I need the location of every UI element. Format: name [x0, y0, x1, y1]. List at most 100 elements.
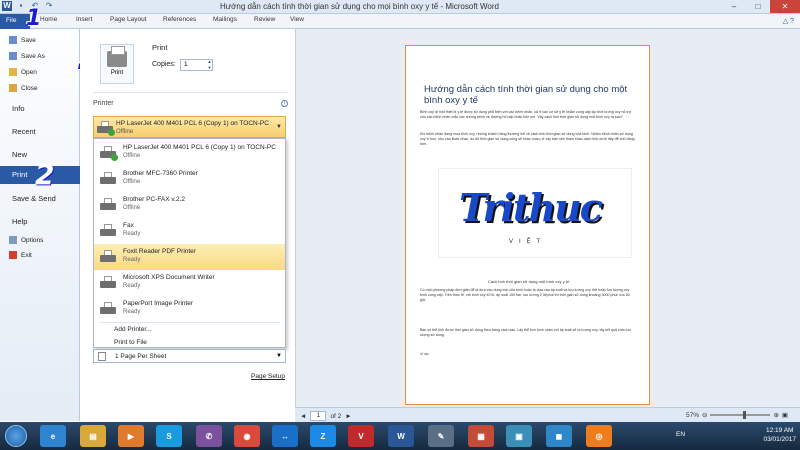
photos-icon[interactable]: ▦	[468, 425, 494, 447]
tab-references[interactable]: References	[163, 16, 196, 23]
minimize-button[interactable]: –	[722, 0, 746, 13]
tab-home[interactable]: Home	[40, 16, 57, 23]
printer-dropdown: HP LaserJet 400 M401 PCL 6 (Copy 1) on T…	[93, 138, 286, 348]
title-bar: W ▪ ↶ ↷ Hướng dẫn cách tính thời gian sử…	[0, 0, 800, 14]
printer-option-foxit[interactable]: Foxit Reader PDF Printer Ready	[94, 244, 285, 270]
ribbon-tabs: File Home Insert Page Layout References …	[0, 14, 800, 29]
open-folder-icon	[9, 68, 17, 76]
next-page-button[interactable]: ►	[345, 413, 351, 420]
chrome-icon[interactable]: ◉	[234, 425, 260, 447]
save-as-icon	[9, 52, 17, 60]
page-navigation: ◄ 1 of 2 ►	[300, 411, 352, 421]
zoom-level: 57%	[686, 411, 700, 419]
printer-option-brother-fax[interactable]: Brother PC-FAX v.2.2 Offline	[94, 192, 285, 218]
dropdown-divider	[99, 322, 280, 323]
word-icon[interactable]: W	[388, 425, 414, 447]
word-logo-icon: W	[2, 1, 12, 11]
fax-icon	[100, 224, 116, 238]
zoom-slider-thumb[interactable]	[743, 411, 747, 419]
preview-paragraph: Bạn có thể tính được thời gian sử dụng t…	[420, 328, 631, 337]
page-setup-link[interactable]: Page Setup	[251, 373, 285, 380]
folder-icon[interactable]: ▤	[80, 425, 106, 447]
preview-title: Hướng dẫn cách tính thời gian sử dụng ch…	[424, 84, 628, 106]
printer-icon	[107, 46, 127, 67]
close-doc-icon	[9, 84, 17, 92]
menu-info[interactable]: Info	[12, 104, 25, 113]
menu-help[interactable]: Help	[12, 217, 27, 226]
menu-close[interactable]: Close	[9, 84, 38, 92]
taskbar: e ▤ ▶ S ✆ ◉ ↔ Z V W ✎ ▦ ▣ ◼ ◎ EN 12:19 AM 03/01/2017	[0, 422, 800, 450]
menu-save-send[interactable]: Save & Send	[12, 194, 56, 203]
annotation-number-1: 1	[26, 6, 42, 31]
menu-exit[interactable]: Exit	[9, 251, 32, 259]
tool-icon[interactable]: ✎	[428, 425, 454, 447]
menu-recent[interactable]: Recent	[12, 127, 36, 136]
tab-insert[interactable]: Insert	[76, 16, 92, 23]
menu-save-as[interactable]: Save As	[9, 52, 45, 60]
unikey-icon[interactable]: V	[348, 425, 374, 447]
menu-new[interactable]: New	[12, 150, 27, 159]
tab-review[interactable]: Review	[254, 16, 275, 23]
preview-paragraph: Ví dụ:	[420, 352, 430, 356]
page-number-input[interactable]: 1	[310, 411, 327, 421]
printer-icon	[100, 146, 118, 161]
printer-icon	[100, 172, 116, 186]
print-heading: Print	[152, 43, 168, 52]
start-button[interactable]	[5, 425, 27, 447]
zalo-icon[interactable]: Z	[310, 425, 336, 447]
printer-option-xps[interactable]: Microsoft XPS Document Writer Ready	[94, 270, 285, 296]
page-icon	[98, 352, 106, 361]
printer-heading: Printer	[93, 100, 114, 107]
printer-icon	[100, 302, 116, 316]
app-icon[interactable]: ◼	[546, 425, 572, 447]
preview-paragraph: Bình oxy là một thiết bị y tế được sử dụ…	[420, 110, 632, 119]
zoom-slider[interactable]	[710, 411, 771, 419]
tab-page-layout[interactable]: Page Layout	[110, 16, 147, 23]
printer-select[interactable]: HP LaserJet 400 M401 PCL 6 (Copy 1) on T…	[93, 116, 286, 138]
save-icon[interactable]: ▪	[16, 1, 26, 11]
preview-paragraph: Khi bệnh nhân đang mua bình oxy, những k…	[420, 132, 635, 146]
orange-app-icon[interactable]: ◎	[586, 425, 612, 447]
help-icons[interactable]: △ ?	[783, 17, 794, 25]
printer-option-fax[interactable]: Fax Ready	[94, 218, 285, 244]
close-button[interactable]: ✕	[770, 0, 800, 13]
printer-option-paperport[interactable]: PaperPort Image Printer Ready	[94, 296, 285, 322]
printer-option-brother-mfc[interactable]: Brother MFC-7360 Printer Offline	[94, 166, 285, 192]
info-icon[interactable]: i	[281, 100, 288, 107]
pages-per-sheet-select[interactable]: 1 Page Per Sheet ▼	[93, 349, 286, 363]
copies-spinner[interactable]: ▲ ▼	[206, 59, 213, 71]
selected-printer-status: Offline	[116, 129, 134, 135]
skype-icon[interactable]: S	[156, 425, 182, 447]
printer-icon	[97, 121, 115, 136]
zoom-in-icon[interactable]: ⊕	[773, 411, 778, 419]
print-to-file-option[interactable]: Print to File	[114, 339, 147, 346]
menu-open[interactable]: Open	[9, 68, 37, 76]
zoom-control: 57% ⊖ ⊕ ▣	[686, 411, 788, 419]
divider	[93, 92, 288, 93]
save-icon	[9, 36, 17, 44]
language-indicator[interactable]: EN	[676, 431, 685, 438]
redo-icon[interactable]: ↷	[44, 1, 54, 11]
tab-view[interactable]: View	[290, 16, 304, 23]
copies-label: Copies:	[152, 61, 176, 68]
maximize-button[interactable]: □	[746, 0, 770, 13]
media-icon[interactable]: ▶	[118, 425, 144, 447]
menu-save[interactable]: Save	[9, 36, 36, 44]
tab-mailings[interactable]: Mailings	[213, 16, 237, 23]
ie-icon[interactable]: e	[40, 425, 66, 447]
menu-options[interactable]: Options	[9, 236, 43, 244]
viber-icon[interactable]: ✆	[196, 425, 222, 447]
clock[interactable]: 12:19 AM 03/01/2017	[763, 426, 796, 444]
teamviewer-icon[interactable]: ↔	[272, 425, 298, 447]
previous-page-button[interactable]: ◄	[300, 413, 306, 420]
options-icon	[9, 236, 17, 244]
fit-page-icon[interactable]: ▣	[782, 411, 788, 419]
print-button[interactable]: Print	[100, 44, 134, 84]
printer-icon	[100, 276, 116, 290]
printer-option-hp[interactable]: HP LaserJet 400 M401 PCL 6 (Copy 1) on T…	[94, 140, 285, 166]
image-caption: Cách tính thời gian sử dụng một bình oxy…	[487, 279, 570, 284]
window-title: Hướng dẫn cách tính thời gian sử dụng ch…	[220, 2, 499, 11]
zoom-out-icon[interactable]: ⊖	[702, 411, 707, 419]
add-printer-link[interactable]: Add Printer...	[114, 326, 152, 333]
screen-icon[interactable]: ▣	[506, 425, 532, 447]
